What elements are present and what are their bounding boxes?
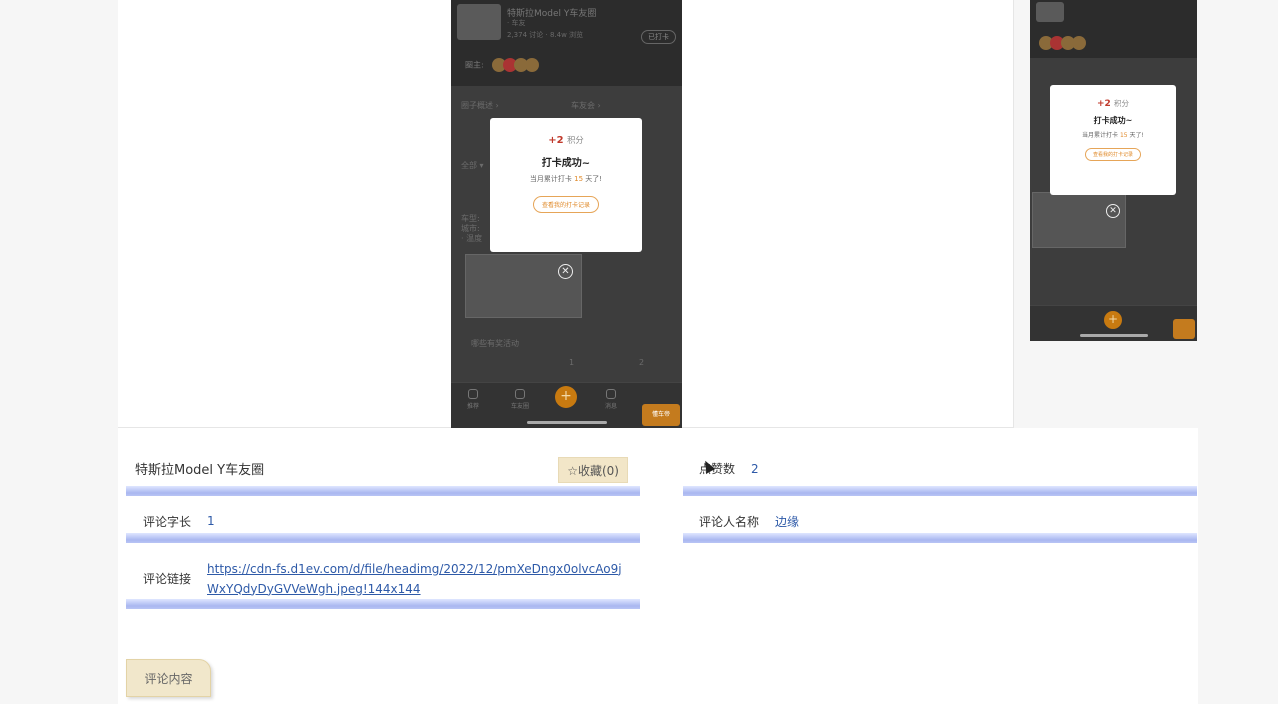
like-count[interactable]: 1 bbox=[569, 358, 574, 367]
home-indicator bbox=[526, 421, 607, 424]
comment-content-tab[interactable]: 评论内容 bbox=[126, 659, 211, 697]
commenter-field: 评论人名称 边缘 bbox=[683, 507, 1197, 543]
page-title: 特斯拉Model Y车友圈 bbox=[135, 463, 265, 478]
modal-subtitle: 当月累计打卡 15 天了! bbox=[490, 174, 642, 184]
members-label: 圈主: bbox=[465, 60, 484, 70]
home-indicator bbox=[1079, 334, 1148, 337]
sub-suffix: 天了! bbox=[1129, 132, 1144, 139]
checkin-success-modal: +2 积分 打卡成功~ 当月累计打卡 15 天了! 查看我的打卡记录 bbox=[490, 118, 642, 252]
view-record-button[interactable]: 查看我的打卡记录 bbox=[532, 196, 599, 213]
avatar bbox=[1072, 36, 1086, 50]
nav-label: 推荐 bbox=[466, 403, 479, 410]
view-record-button[interactable]: 查看我的打卡记录 bbox=[1084, 148, 1141, 161]
sub-prefix: 当月累计打卡 bbox=[529, 175, 572, 183]
close-icon[interactable]: ✕ bbox=[558, 264, 573, 279]
nav-messages[interactable]: 消息 bbox=[599, 389, 623, 410]
bottom-nav: 推荐 车友圈 + 消息 懂车帝 bbox=[451, 382, 682, 428]
checkin-pill[interactable]: 已打卡 bbox=[641, 30, 676, 44]
group-stats: 2,374 讨论 · 8.4w 浏览 bbox=[507, 31, 584, 39]
post-tag[interactable]: 哪些有奖活动 bbox=[471, 338, 519, 349]
close-icon[interactable]: ✕ bbox=[1106, 204, 1120, 218]
bottom-nav: + bbox=[1030, 305, 1197, 341]
field-underline bbox=[126, 486, 640, 496]
title-field: 特斯拉Model Y车友圈 ☆收藏(0) bbox=[126, 455, 640, 496]
modal-title: 打卡成功~ bbox=[541, 158, 591, 169]
add-post-button[interactable]: + bbox=[1104, 311, 1122, 329]
points-award: +2 积分 bbox=[490, 134, 642, 146]
group-icon bbox=[515, 389, 525, 399]
brand-badge: 懂车帝 bbox=[642, 404, 680, 426]
group-thumbnail bbox=[457, 4, 501, 40]
favorite-button[interactable]: ☆收藏(0) bbox=[558, 457, 628, 483]
bell-icon bbox=[606, 389, 616, 399]
link-field: 评论链接 https://cdn-fs.d1ev.com/d/file/head… bbox=[126, 554, 640, 609]
sub-suffix: 天了! bbox=[585, 175, 603, 183]
length-label: 评论字长 bbox=[143, 514, 192, 529]
post-line: · 温度 bbox=[461, 234, 483, 243]
nav-label: 车友圈 bbox=[510, 403, 529, 410]
points-unit: 积分 bbox=[1113, 99, 1129, 108]
group-subtitle: · 车友 bbox=[507, 19, 526, 27]
commenter-value: 边缘 bbox=[775, 514, 800, 529]
member-avatars bbox=[1039, 36, 1086, 50]
post-car-image[interactable] bbox=[1032, 192, 1126, 248]
member-avatars: 圈主: bbox=[465, 58, 540, 72]
sub-days: 15 bbox=[574, 175, 584, 183]
modal-title: 打卡成功~ bbox=[1093, 116, 1133, 125]
avatar bbox=[525, 58, 540, 72]
field-underline bbox=[126, 599, 640, 609]
add-post-button[interactable]: + bbox=[555, 386, 577, 408]
link-label: 评论链接 bbox=[143, 572, 192, 586]
sub-days: 15 bbox=[1119, 132, 1128, 139]
modal-subtitle: 当月累计打卡 15 天了! bbox=[1050, 130, 1176, 139]
points-value: +2 bbox=[1097, 99, 1111, 109]
commenter-label: 评论人名称 bbox=[699, 514, 760, 529]
group-header: 特斯拉Model Y车友圈 · 车友 2,374 讨论 · 8.4w 浏览 已打… bbox=[451, 0, 682, 86]
field-underline bbox=[683, 486, 1197, 496]
nav-label: 消息 bbox=[604, 403, 617, 410]
filter-dropdown[interactable]: 全部 ▾ bbox=[461, 160, 484, 171]
brand-badge bbox=[1173, 319, 1195, 339]
tab-club[interactable]: 车友会 › bbox=[571, 100, 601, 111]
checkin-success-modal-side: +2 积分 打卡成功~ 当月累计打卡 15 天了! 查看我的打卡记录 bbox=[1050, 85, 1176, 195]
group-thumbnail bbox=[1036, 2, 1064, 22]
post-line: 车型: bbox=[461, 214, 480, 223]
length-field: 评论字长 1 bbox=[126, 507, 640, 543]
points-unit: 积分 bbox=[567, 135, 584, 145]
likes-field: 点赞数 2 bbox=[683, 455, 1197, 496]
points-award: +2 积分 bbox=[1050, 98, 1176, 109]
nav-recommend[interactable]: 推荐 bbox=[461, 389, 485, 410]
points-value: +2 bbox=[548, 135, 564, 146]
comment-link[interactable]: https://cdn-fs.d1ev.com/d/file/headimg/2… bbox=[207, 559, 632, 599]
sub-prefix: 当月累计打卡 bbox=[1082, 132, 1119, 139]
tab-intro[interactable]: 圈子概述 › bbox=[461, 100, 499, 111]
group-header bbox=[1030, 0, 1197, 58]
comment-count[interactable]: 2 bbox=[639, 358, 644, 367]
nav-group[interactable]: 车友圈 bbox=[508, 389, 532, 410]
field-underline bbox=[126, 533, 640, 543]
length-value: 1 bbox=[207, 514, 215, 528]
field-underline bbox=[683, 533, 1197, 543]
post-line: 城市: bbox=[461, 224, 480, 233]
home-icon bbox=[468, 389, 478, 399]
post-text: 车型: 城市: · 温度 bbox=[461, 214, 482, 244]
likes-value: 2 bbox=[751, 461, 759, 476]
